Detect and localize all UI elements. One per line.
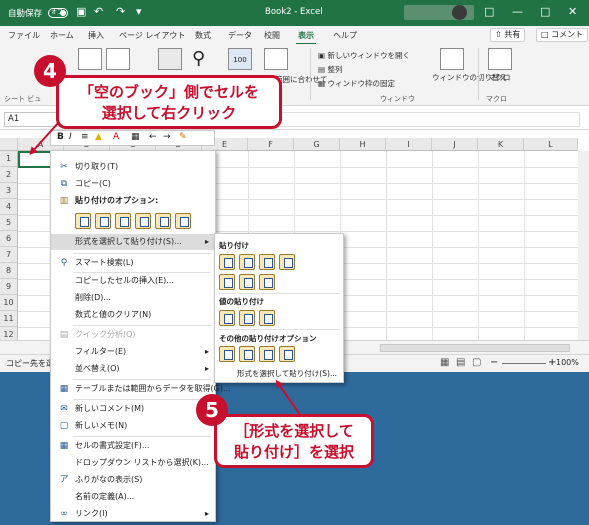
step-5-line-2: 貼り付け］を選択 bbox=[233, 443, 354, 461]
step-4-line-2: 選択して右クリック bbox=[101, 104, 237, 122]
step-5-callout: ［形式を選択して 貼り付け］を選択 bbox=[214, 414, 374, 468]
step-5-line-1: ［形式を選択して bbox=[234, 422, 354, 440]
step-4-badge: 4 bbox=[34, 55, 66, 87]
arrow-to-paste-special bbox=[275, 379, 301, 416]
step-5-badge: 5 bbox=[196, 394, 228, 426]
step-4-callout: 「空のブック」側でセルを 選択して右クリック bbox=[56, 75, 282, 129]
step-4-line-1: 「空のブック」側でセルを bbox=[78, 83, 259, 101]
